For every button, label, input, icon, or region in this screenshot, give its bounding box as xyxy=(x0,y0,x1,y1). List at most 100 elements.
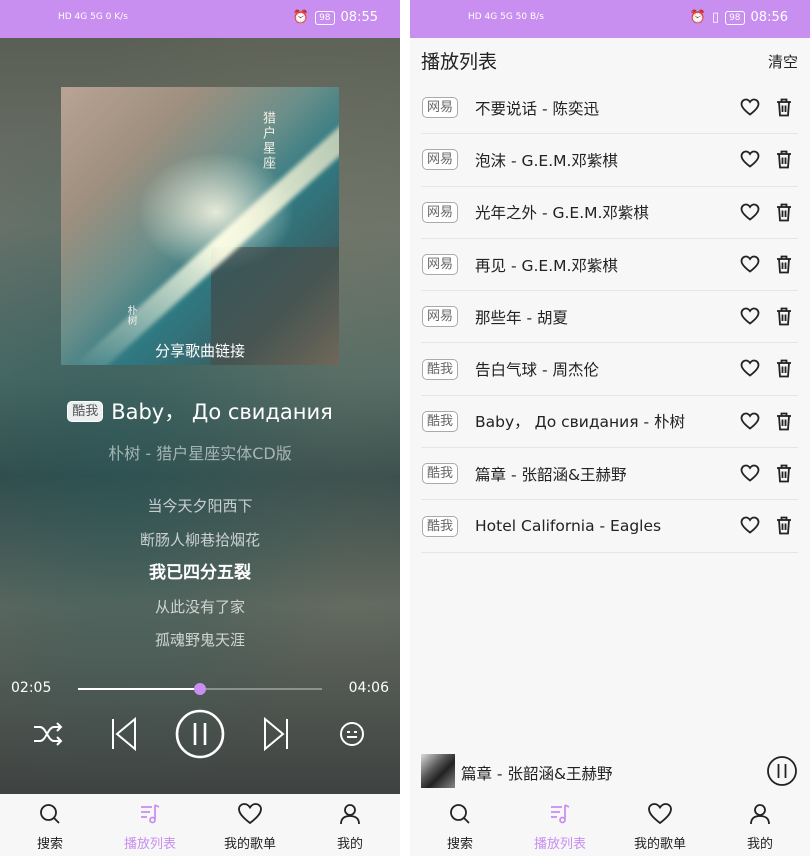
album-cover[interactable]: 猎户星座 朴树 xyxy=(61,87,339,365)
song-name: 再见 - G.E.M.邓紫棋 xyxy=(475,256,618,275)
lyrics-panel[interactable]: 当今天夕阳西下 断肠人柳巷拾烟花 我已四分五裂 从此没有了家 孤魂野鬼天涯 xyxy=(0,494,400,662)
skip-next-icon xyxy=(264,717,288,751)
search-icon xyxy=(448,802,472,830)
mini-player[interactable]: 篇章 - 张韶涵&王赫野 xyxy=(410,752,810,792)
playlist-row[interactable]: 网易 那些年 - 胡夏 xyxy=(421,291,798,344)
lyric-line: 从此没有了家 xyxy=(154,597,245,616)
song-name: 光年之外 - G.E.M.邓紫棋 xyxy=(475,204,649,223)
heart-icon[interactable] xyxy=(740,150,760,172)
source-badge: 网易 xyxy=(422,97,459,119)
heart-icon[interactable] xyxy=(740,516,760,538)
trash-icon[interactable] xyxy=(775,254,793,278)
playlist-row[interactable]: 酷我 告白气球 - 周杰伦 xyxy=(421,343,798,396)
source-badge: 酷我 xyxy=(422,515,459,537)
source-badge: 酷我 xyxy=(422,463,459,485)
trash-icon[interactable] xyxy=(775,411,793,435)
progress-slider[interactable] xyxy=(78,683,322,695)
tab-search[interactable]: 搜索 xyxy=(410,794,510,856)
heart-icon[interactable] xyxy=(740,464,760,486)
playlist-music-icon xyxy=(548,802,572,830)
status-time: 08:55 xyxy=(340,10,378,25)
playlist-row[interactable]: 网易 光年之外 - G.E.M.邓紫棋 xyxy=(421,187,798,239)
song-title-row: 酷我 Baby， До свидания xyxy=(0,396,400,426)
heart-icon[interactable] xyxy=(740,307,760,329)
source-badge: 网易 xyxy=(422,149,459,171)
tab-label: 我的歌单 xyxy=(223,837,276,852)
source-badge: 网易 xyxy=(422,306,459,328)
clear-button[interactable]: 清空 xyxy=(768,51,798,72)
song-title: Baby， До свидания xyxy=(111,400,333,424)
song-name: Hotel California - Eagles xyxy=(475,517,662,536)
tab-heart[interactable]: 我的歌单 xyxy=(610,794,710,856)
tab-label: 播放列表 xyxy=(123,837,176,852)
trash-icon[interactable] xyxy=(775,202,793,226)
mini-song-name: 篇章 - 张韶涵&王赫野 xyxy=(461,765,613,783)
lyric-line: 断肠人柳巷拾烟花 xyxy=(139,530,260,549)
shuffle-button[interactable] xyxy=(22,708,74,760)
tab-search[interactable]: 搜索 xyxy=(0,794,100,856)
heart-icon[interactable] xyxy=(740,412,760,434)
lyric-line: 当今天夕阳西下 xyxy=(147,497,253,515)
source-badge: 酷我 xyxy=(422,410,459,432)
user-icon xyxy=(338,802,362,830)
song-name: 篇章 - 张韶涵&王赫野 xyxy=(475,465,627,484)
tab-user[interactable]: 我的 xyxy=(710,794,810,856)
song-name: 泡沫 - G.E.M.邓紫棋 xyxy=(475,151,618,170)
bottom-tab-bar: 搜索 播放列表 我的歌单 我的 xyxy=(410,794,810,856)
next-button[interactable] xyxy=(250,708,302,760)
share-song-link[interactable]: 分享歌曲链接 xyxy=(0,340,400,361)
playlist-music-icon xyxy=(138,802,162,830)
heart-icon[interactable] xyxy=(740,203,760,225)
trash-icon[interactable] xyxy=(775,97,793,121)
song-name: 那些年 - 胡夏 xyxy=(475,308,568,327)
heart-icon[interactable] xyxy=(740,255,760,277)
cover-artist-text: 朴树 xyxy=(125,305,136,325)
lyric-line-active: 我已四分五裂 xyxy=(149,563,251,583)
pause-button[interactable] xyxy=(174,708,226,760)
alarm-icon: ⏰ xyxy=(292,10,310,25)
previous-button[interactable] xyxy=(98,708,150,760)
tab-user[interactable]: 我的 xyxy=(300,794,400,856)
playlist-row[interactable]: 网易 再见 - G.E.M.邓紫棋 xyxy=(421,239,798,292)
playlist-row[interactable]: 网易 泡沫 - G.E.M.邓紫棋 xyxy=(421,134,798,187)
tab-heart[interactable]: 我的歌单 xyxy=(200,794,300,856)
playlist-row[interactable]: 酷我 篇章 - 张韶涵&王赫野 xyxy=(421,448,798,501)
face-icon xyxy=(340,722,364,746)
trash-icon[interactable] xyxy=(775,515,793,539)
tab-label: 我的 xyxy=(746,837,773,852)
playlist-row[interactable]: 酷我 Hotel California - Eagles xyxy=(421,500,798,553)
shuffle-icon xyxy=(34,722,63,746)
battery-indicator: 98 xyxy=(315,10,335,25)
tab-label: 我的 xyxy=(336,837,363,852)
trash-icon[interactable] xyxy=(775,358,793,382)
source-badge: 酷我 xyxy=(67,400,104,422)
trash-icon[interactable] xyxy=(775,149,793,173)
vibrate-icon: ▯ xyxy=(711,10,720,25)
status-right: ⏰ ▯ 98 08:56 xyxy=(690,10,788,25)
mini-pause-button[interactable] xyxy=(766,755,798,791)
source-badge: 酷我 xyxy=(422,358,459,380)
playlist-header: 播放列表 清空 xyxy=(410,38,810,82)
trash-icon[interactable] xyxy=(775,463,793,487)
source-badge: 网易 xyxy=(422,254,459,276)
page-title: 播放列表 xyxy=(421,51,498,73)
trash-icon[interactable] xyxy=(775,306,793,330)
progress-fill xyxy=(78,688,200,690)
tab-playlist-music[interactable]: 播放列表 xyxy=(510,794,610,856)
lyric-line: 孤魂野鬼天涯 xyxy=(154,631,245,649)
playlist-row[interactable]: 酷我 Baby， До свидания - 朴树 xyxy=(421,396,798,449)
bottom-tab-bar: 搜索 播放列表 我的歌单 我的 xyxy=(0,794,400,856)
status-bar: HD 4G 5G 0 K/s ⏰ 98 08:55 xyxy=(0,0,400,38)
song-name: 不要说话 - 陈奕迅 xyxy=(475,99,599,118)
heart-icon[interactable] xyxy=(740,98,760,120)
mini-cover[interactable] xyxy=(421,754,455,788)
heart-icon xyxy=(647,802,673,830)
progress-knob[interactable] xyxy=(194,683,206,695)
playlist-row[interactable]: 网易 不要说话 - 陈奕迅 xyxy=(421,82,798,135)
search-icon xyxy=(38,802,62,830)
tab-playlist-music[interactable]: 播放列表 xyxy=(100,794,200,856)
heart-icon[interactable] xyxy=(740,359,760,381)
lyrics-mode-button[interactable] xyxy=(326,708,378,760)
pause-circle-icon xyxy=(175,709,225,759)
song-subtitle: 朴树 - 猎户星座实体CD版 xyxy=(108,444,292,463)
